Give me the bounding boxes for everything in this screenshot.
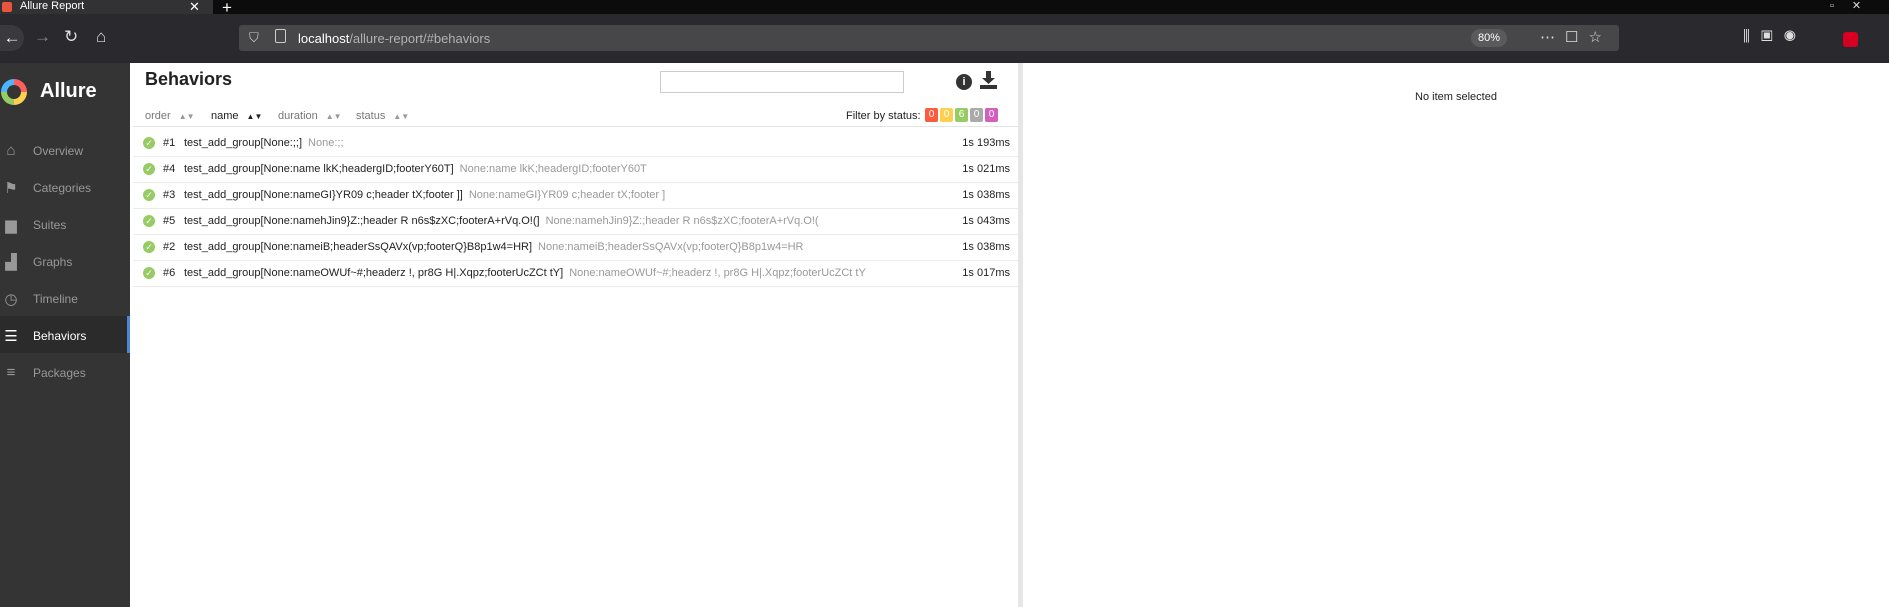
sidebar-item-label: Packages	[33, 366, 86, 380]
align-left-icon: ≡	[6, 364, 16, 381]
toolbar-right-icons[interactable]: ⫼▣◉	[1743, 28, 1807, 45]
sidebar-item-timeline[interactable]: ◷ Timeline	[0, 279, 130, 316]
table-row[interactable]: ✓ #5 test_add_group[None:namehJin9}Z:;he…	[133, 209, 1018, 235]
table-row[interactable]: ✓ #1 test_add_group[None:;;] None:;; 1s 1…	[133, 131, 1018, 157]
forward-button[interactable]: →	[34, 27, 51, 47]
passed-status-icon: ✓	[143, 137, 155, 149]
passed-status-icon: ✓	[143, 241, 155, 253]
shield-icon[interactable]: ⛉	[249, 30, 259, 46]
sort-duration[interactable]: duration ▲▼	[278, 110, 342, 122]
failed-filter-badge[interactable]: 0	[925, 108, 938, 122]
sidebar-item-label: Graphs	[33, 255, 73, 269]
close-tab-icon[interactable]: ✕	[189, 0, 200, 13]
sidebar: Allure ⌂ Overview ⚑ Categories ▆ Suites …	[0, 63, 130, 607]
test-name: test_add_group[None:namehJin9}Z:;header …	[184, 215, 819, 227]
test-duration: 1s 038ms	[962, 241, 1010, 253]
sidebar-item-label: Behaviors	[33, 329, 87, 343]
page-title: Behaviors	[145, 69, 233, 89]
sidebar-item-packages[interactable]: ≡ Packages	[0, 353, 130, 390]
zoom-level-badge[interactable]: 80%	[1471, 29, 1507, 47]
behaviors-pane: Behaviors i order ▲▼ name ▲▼ duration ▲▼ st…	[133, 63, 1018, 607]
filter-label: Filter by status:	[846, 110, 921, 122]
browser-toolbar: ← → ↻ ⌂ ⛉ localhost/allure-report/#behav…	[0, 14, 1889, 63]
detail-pane: No item selected	[1023, 63, 1889, 607]
passed-status-icon: ✓	[143, 215, 155, 227]
home-button[interactable]: ⌂	[96, 27, 106, 47]
download-icon[interactable]	[980, 71, 997, 89]
home-icon: ⌂	[6, 142, 16, 159]
sort-order[interactable]: order ▲▼	[145, 110, 195, 122]
test-duration: 1s 038ms	[962, 189, 1010, 201]
table-row[interactable]: ✓ #6 test_add_group[None:nameOWUf~#;head…	[133, 261, 1018, 287]
page-actions-icons[interactable]: ⋯☐☆	[1540, 28, 1612, 46]
sidebar-item-label: Overview	[33, 144, 84, 158]
list-icon: ☰	[4, 328, 18, 345]
test-duration: 1s 043ms	[962, 215, 1010, 227]
test-order: #5	[163, 215, 176, 227]
test-name: test_add_group[None:nameOWUf~#;headerz !…	[184, 267, 866, 279]
test-order: #2	[163, 241, 176, 253]
search-input[interactable]	[660, 71, 904, 93]
table-row[interactable]: ✓ #3 test_add_group[None:nameGI}YR09 c;h…	[133, 183, 1018, 209]
sidebar-item-label: Suites	[33, 218, 67, 232]
reload-button[interactable]: ↻	[64, 27, 78, 47]
test-duration: 1s 193ms	[962, 137, 1010, 149]
sort-bar: order ▲▼ name ▲▼ duration ▲▼ status ▲▼ Filte…	[133, 106, 1018, 127]
browser-tab-strip: Allure Report ✕ + ▫✕	[0, 0, 1889, 17]
test-duration: 1s 021ms	[962, 163, 1010, 175]
test-order: #3	[163, 189, 176, 201]
empty-state-text: No item selected	[1415, 91, 1497, 103]
sidebar-item-graphs[interactable]: ▟ Graphs	[0, 242, 130, 279]
sidebar-item-suites[interactable]: ▆ Suites	[0, 205, 130, 242]
page-icon	[275, 29, 286, 43]
passed-filter-badge[interactable]: 6	[955, 108, 968, 122]
sidebar-item-label: Categories	[33, 181, 92, 195]
browser-tab[interactable]: Allure Report ✕	[0, 0, 213, 14]
sidebar-item-categories[interactable]: ⚑ Categories	[0, 168, 130, 205]
back-button[interactable]: ←	[0, 25, 24, 51]
test-order: #4	[163, 163, 176, 175]
sidebar-item-overview[interactable]: ⌂ Overview	[0, 131, 130, 168]
test-order: #6	[163, 267, 176, 279]
unknown-filter-badge[interactable]: 0	[985, 108, 998, 122]
window-controls[interactable]: ▫✕	[1830, 0, 1879, 12]
table-row[interactable]: ✓ #2 test_add_group[None:nameiB;headerSs…	[133, 235, 1018, 261]
passed-status-icon: ✓	[143, 267, 155, 279]
sidebar-item-behaviors[interactable]: ☰ Behaviors	[0, 316, 130, 353]
info-icon[interactable]: i	[956, 74, 972, 90]
test-name: test_add_group[None:name lkK;headergID;f…	[184, 163, 647, 175]
sort-status[interactable]: status ▲▼	[356, 110, 409, 122]
allure-logo-icon[interactable]	[1, 79, 27, 105]
url-text[interactable]: localhost/allure-report/#behaviors	[298, 31, 490, 46]
passed-status-icon: ✓	[143, 163, 155, 175]
test-name: test_add_group[None:nameiB;headerSsQAVx(…	[184, 241, 804, 253]
broken-filter-badge[interactable]: 0	[940, 108, 953, 122]
table-row[interactable]: ✓ #4 test_add_group[None:name lkK;header…	[133, 157, 1018, 183]
sort-name[interactable]: name ▲▼	[211, 110, 262, 122]
clock-icon: ◷	[4, 291, 18, 308]
flag-icon: ⚑	[4, 180, 18, 197]
favicon-icon	[2, 2, 12, 12]
extension-icon[interactable]	[1843, 32, 1858, 47]
bar-chart-icon: ▟	[5, 254, 17, 271]
tab-title: Allure Report	[20, 0, 85, 12]
test-name: test_add_group[None:;;] None:;;	[184, 137, 344, 149]
skipped-filter-badge[interactable]: 0	[970, 108, 983, 122]
address-bar[interactable]: ⛉ localhost/allure-report/#behaviors 80%…	[239, 25, 1619, 51]
brand-name[interactable]: Allure	[40, 80, 97, 103]
test-order: #1	[163, 137, 176, 149]
briefcase-icon: ▆	[5, 217, 17, 234]
sidebar-item-label: Timeline	[33, 292, 78, 306]
test-duration: 1s 017ms	[962, 267, 1010, 279]
passed-status-icon: ✓	[143, 189, 155, 201]
test-name: test_add_group[None:nameGI}YR09 c;header…	[184, 189, 666, 201]
